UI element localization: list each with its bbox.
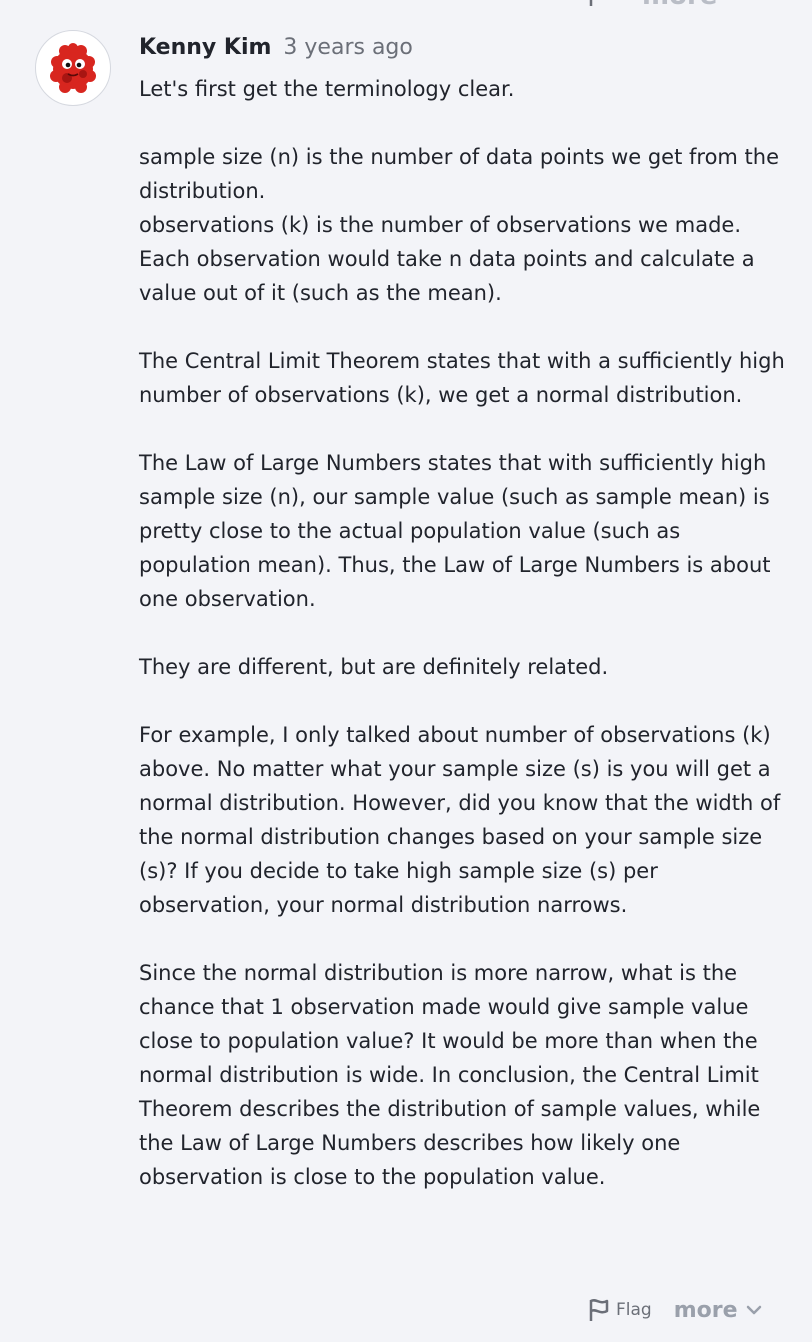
paragraph: The Central Limit Theorem states that wi… bbox=[139, 349, 785, 407]
comment: Kenny Kim 3 years ago Let's first get th… bbox=[139, 30, 789, 1194]
avatar[interactable] bbox=[35, 30, 111, 106]
flag-button[interactable]: Flag bbox=[588, 1298, 652, 1322]
definition-sample-size: sample size (n) is the number of data po… bbox=[139, 145, 780, 305]
paragraph: Let's first get the terminology clear. bbox=[139, 77, 515, 101]
paragraph: Since the normal distribution is more na… bbox=[139, 961, 761, 1189]
more-button-previous[interactable]: more bbox=[642, 0, 717, 11]
flag-icon bbox=[588, 1298, 610, 1322]
chevron-down-icon bbox=[746, 1305, 762, 1315]
paragraph: For example, I only talked about number … bbox=[139, 723, 781, 917]
paragraph: The Law of Large Numbers states that wit… bbox=[139, 451, 771, 611]
timestamp: 3 years ago bbox=[283, 34, 413, 60]
more-label: more bbox=[673, 1297, 738, 1323]
flag-label: Flag bbox=[616, 1300, 652, 1320]
paragraph: sample size (n) is the number of data po… bbox=[139, 140, 789, 310]
author-name[interactable]: Kenny Kim bbox=[139, 35, 271, 60]
comment-body: Let's first get the terminology clear. s… bbox=[139, 72, 789, 1194]
comment-actions: Flag more bbox=[588, 1294, 762, 1326]
comment-meta: Kenny Kim 3 years ago bbox=[139, 30, 789, 64]
paragraph: They are different, but are definitely r… bbox=[139, 655, 609, 679]
more-button[interactable]: more bbox=[674, 1298, 762, 1323]
red-fuzzy-monster-avatar-icon bbox=[50, 43, 96, 93]
flag-icon[interactable] bbox=[588, 0, 608, 7]
previous-comment-actions: more bbox=[588, 0, 717, 11]
